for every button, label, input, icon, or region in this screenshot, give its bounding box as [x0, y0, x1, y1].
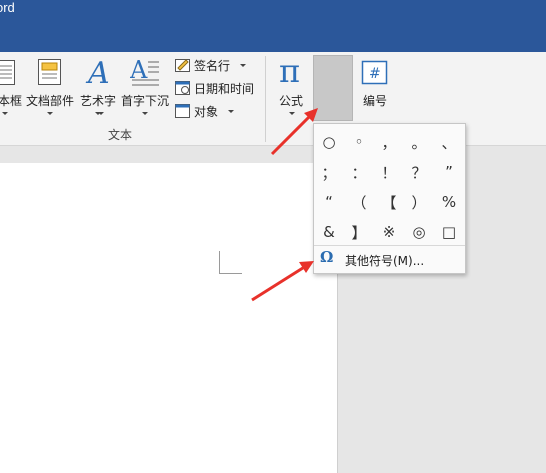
symbol-cell[interactable]: 。 — [404, 127, 434, 157]
symbol-button[interactable] — [313, 55, 353, 121]
text-group-dialog-arrow[interactable] — [98, 112, 104, 115]
symbol-cell[interactable]: ◎ — [404, 217, 434, 247]
object-icon[interactable] — [175, 103, 191, 119]
symbol-cell[interactable]: 、 — [434, 127, 464, 157]
date-time-icon[interactable] — [175, 80, 191, 96]
more-symbols-menu-item[interactable]: Ω 其他符号(M)... — [314, 248, 465, 272]
symbol-cell[interactable]: ） — [404, 187, 434, 217]
number-icon[interactable]: # — [361, 60, 389, 86]
symbol-cell[interactable]: “ — [314, 187, 344, 217]
symbol-cell[interactable]: ◦ — [344, 127, 374, 157]
symbol-cell[interactable]: % — [434, 187, 464, 217]
equation-dropdown-arrow[interactable] — [289, 112, 295, 115]
symbol-cell[interactable]: & — [314, 217, 344, 247]
drop-cap-icon[interactable]: A — [129, 56, 160, 88]
symbol-cell[interactable]: ！ — [374, 157, 404, 187]
margin-corner-horizontal — [219, 273, 242, 274]
symbol-cell[interactable]: □ — [434, 217, 464, 247]
wordart-icon[interactable]: A — [84, 56, 112, 91]
drop-cap-dropdown-arrow[interactable] — [142, 112, 148, 115]
document-page[interactable] — [0, 163, 338, 473]
symbol-cell[interactable]: 】 — [344, 217, 374, 247]
svg-text:#: # — [369, 66, 381, 82]
equation-icon[interactable]: π — [277, 52, 305, 90]
date-time-label[interactable]: 日期和时间 — [194, 80, 254, 97]
title-bar: ord — [0, 0, 546, 52]
symbol-cell[interactable]: ” — [434, 157, 464, 187]
svg-text:π: π — [279, 54, 300, 88]
equation-button-label[interactable]: 公式 — [279, 92, 303, 109]
textbox-dropdown-arrow[interactable] — [2, 112, 8, 115]
signature-line-icon[interactable] — [175, 57, 191, 73]
symbol-cell[interactable]: ， — [374, 127, 404, 157]
symbol-cell[interactable]: （ — [344, 187, 374, 217]
group-separator — [265, 56, 266, 142]
window-title: ord — [0, 0, 15, 15]
signature-line-label[interactable]: 签名行 — [194, 57, 230, 74]
symbol-grid: ○ ◦，。、 ；：！？” “（【）% &】 ※ ◎ □ — [314, 127, 467, 247]
textbox-icon[interactable] — [0, 58, 16, 86]
symbol-cell[interactable]: ： — [344, 157, 374, 187]
svg-text:A: A — [85, 56, 110, 88]
textbox-button-label[interactable]: 本框 — [0, 92, 22, 109]
symbol-cell[interactable]: ○ — [314, 127, 344, 157]
dropdown-separator — [314, 245, 465, 246]
symbol-dropdown-menu: ○ ◦，。、 ；：！？” “（【）% &】 ※ ◎ □ Ω 其他符号(M)... — [313, 123, 466, 274]
signature-line-dropdown-arrow[interactable] — [240, 64, 246, 67]
margin-corner-vertical — [219, 251, 220, 273]
number-button-label[interactable]: 编号 — [363, 92, 387, 109]
more-symbols-label: 其他符号(M)... — [345, 254, 425, 268]
quick-parts-dropdown-arrow[interactable] — [47, 112, 53, 115]
object-dropdown-arrow[interactable] — [228, 110, 234, 113]
omega-icon: Ω — [320, 248, 334, 266]
quick-parts-button-label[interactable]: 文档部件 — [26, 92, 74, 109]
wordart-button-label[interactable]: 艺术字 — [80, 92, 116, 109]
symbol-cell[interactable]: ； — [314, 157, 344, 187]
symbol-cell[interactable]: ？ — [404, 157, 434, 187]
text-group-label: 文本 — [108, 128, 133, 142]
symbol-cell[interactable]: 【 — [374, 187, 404, 217]
object-label[interactable]: 对象 — [194, 103, 218, 120]
drop-cap-button-label[interactable]: 首字下沉 — [121, 92, 169, 109]
symbol-cell[interactable]: ※ — [374, 217, 404, 247]
quick-parts-icon[interactable] — [37, 58, 63, 86]
